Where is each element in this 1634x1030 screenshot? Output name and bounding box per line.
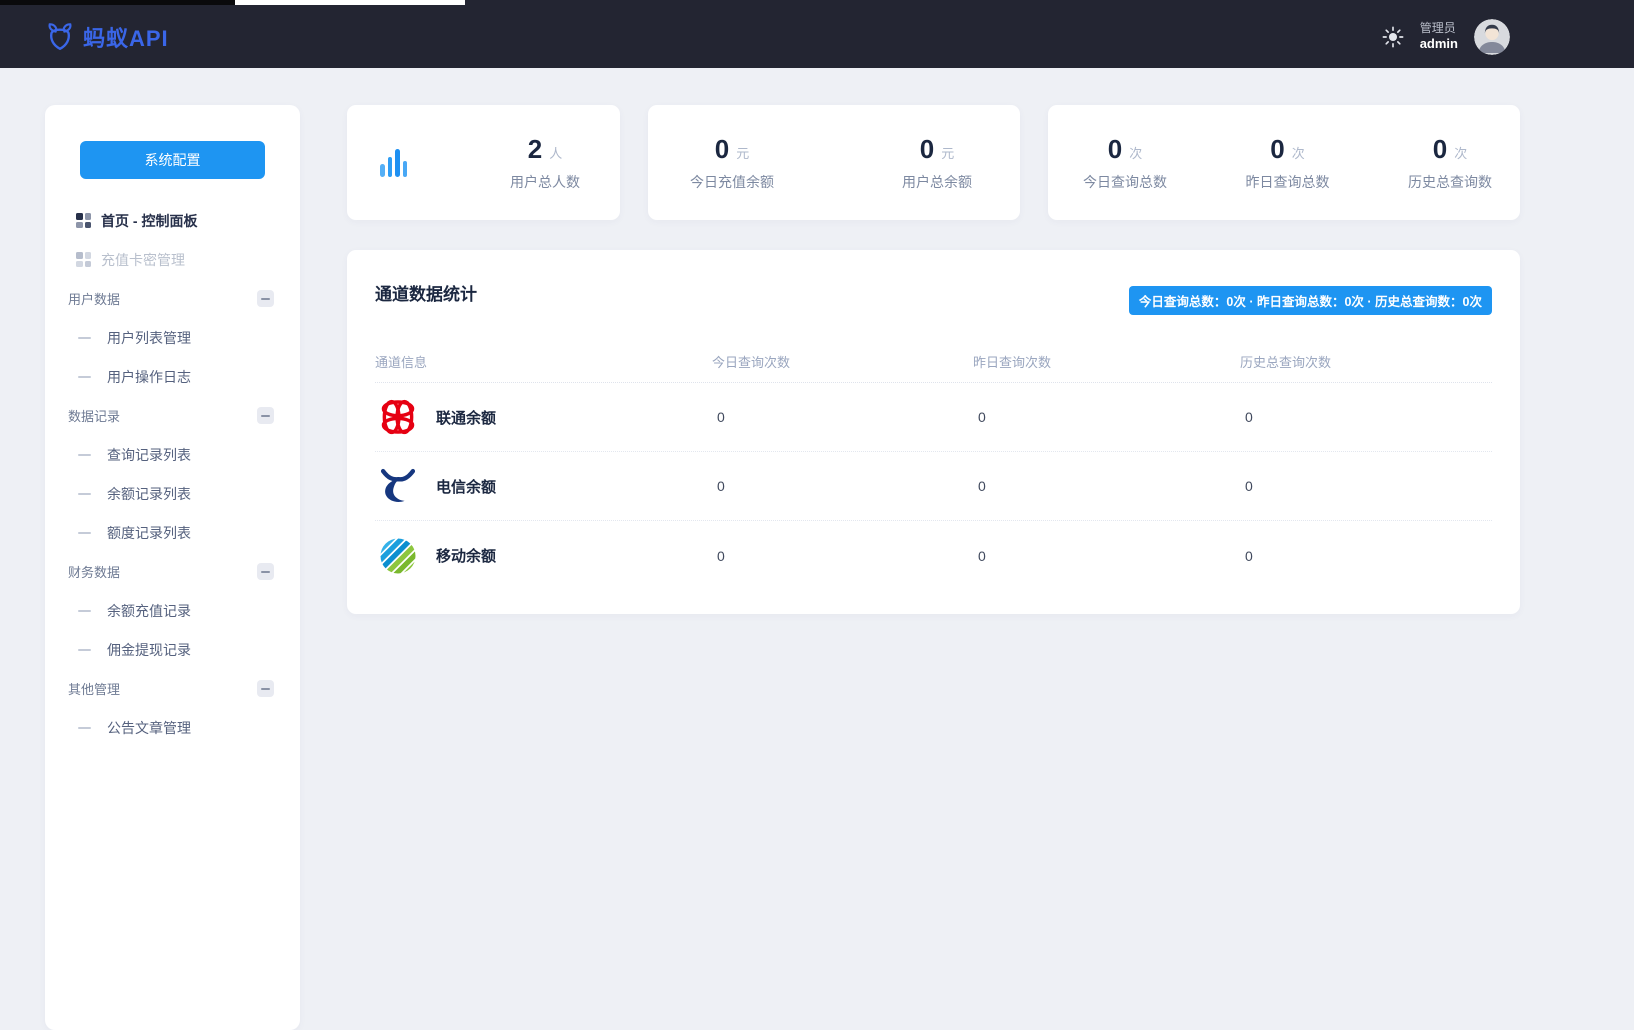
section-title: 其他管理 <box>68 682 121 697</box>
section-title: 财务数据 <box>68 565 121 580</box>
sidebar-item-user-logs[interactable]: 用户操作日志 <box>45 357 300 396</box>
stat-total-balance: 0元 用户总余额 <box>902 133 972 190</box>
system-config-button[interactable]: 系统配置 <box>80 141 265 179</box>
sidebar-item-withdraw-records[interactable]: 佣金提现记录 <box>45 630 300 669</box>
section-title: 数据记录 <box>68 409 121 424</box>
bar-chart-icon <box>380 148 407 177</box>
sidebar-section-finance: 财务数据 <box>45 552 300 591</box>
sidebar-item-balance-records[interactable]: 余额记录列表 <box>45 474 300 513</box>
top-strip-highlight <box>235 0 465 5</box>
top-strip-rest <box>465 0 1634 5</box>
dash-icon <box>78 492 91 495</box>
china-unicom-logo-icon <box>375 396 421 438</box>
sidebar-menu: 首页 - 控制面板 充值卡密管理 用户数据 用户列表管理 用户操作日志 数据记录 <box>45 201 300 747</box>
stat-card-users: 2人 用户总人数 <box>347 105 620 220</box>
app-header: 蚂蚁API 管理员 admin <box>0 5 1634 68</box>
stat-yesterday-queries: 0次 昨日查询总数 <box>1245 133 1330 190</box>
china-telecom-logo-icon <box>375 465 421 507</box>
sidebar-item-label: 首页 - 控制面板 <box>101 212 198 229</box>
collapse-minus-icon[interactable] <box>257 290 274 307</box>
avatar-image <box>1474 18 1510 55</box>
sidebar-section-user-data: 用户数据 <box>45 279 300 318</box>
admin-name: admin <box>1419 35 1458 51</box>
china-mobile-logo-icon <box>375 534 421 577</box>
table-row-telecom: 电信余额 0 0 0 <box>375 452 1492 521</box>
stat-history-queries: 0次 历史总查询数 <box>1408 133 1492 190</box>
channel-stats-panel: 通道数据统计 今日查询总数：0次 · 昨日查询总数：0次 · 历史总查询数：0次… <box>347 250 1520 614</box>
app-logo[interactable]: 蚂蚁API <box>45 21 169 53</box>
page-content: 系统配置 首页 - 控制面板 充值卡密管理 用户数据 用户列表管理 用户操作日志 <box>0 68 1634 1030</box>
sidebar-item-card-management[interactable]: 充值卡密管理 <box>45 240 300 279</box>
section-title: 用户数据 <box>68 292 121 307</box>
admin-info[interactable]: 管理员 admin <box>1420 21 1458 52</box>
table-row-mobile: 移动余额 0 0 0 <box>375 521 1492 590</box>
dashboard-grid-icon <box>76 213 91 228</box>
dash-icon <box>78 336 91 339</box>
stat-today-queries: 0次 今日查询总数 <box>1083 133 1167 190</box>
sidebar-item-announcements[interactable]: 公告文章管理 <box>45 708 300 747</box>
sidebar-section-other: 其他管理 <box>45 669 300 708</box>
dash-icon <box>78 531 91 534</box>
stat-total-users: 2人 用户总人数 <box>510 133 580 190</box>
dash-icon <box>78 375 91 378</box>
stat-today-recharge: 0元 今日充值余额 <box>690 133 774 190</box>
stat-card-balances: 0元 今日充值余额 0元 用户总余额 <box>648 105 1020 220</box>
dash-icon <box>78 726 91 729</box>
avatar[interactable] <box>1474 18 1510 55</box>
collapse-minus-icon[interactable] <box>257 680 274 697</box>
table-row-unicom: 联通余额 0 0 0 <box>375 383 1492 452</box>
channel-table: 通道信息 今日查询次数 昨日查询次数 历史总查询次数 联通余额 0 0 0 电信… <box>375 341 1492 590</box>
collapse-minus-icon[interactable] <box>257 407 274 424</box>
browser-top-strip <box>0 0 1634 5</box>
query-summary-badge: 今日查询总数：0次 · 昨日查询总数：0次 · 历史总查询数：0次 <box>1128 286 1492 315</box>
sidebar-item-quota-records[interactable]: 额度记录列表 <box>45 513 300 552</box>
dash-icon <box>78 648 91 651</box>
dash-icon <box>78 609 91 612</box>
stat-cards-row: 2人 用户总人数 0元 今日充值余额 0元 用户总余额 0 次 今日查询总数 0… <box>347 105 1520 220</box>
sidebar: 系统配置 首页 - 控制面板 充值卡密管理 用户数据 用户列表管理 用户操作日志 <box>45 105 300 1030</box>
admin-role: 管理员 <box>1419 20 1456 35</box>
header-right: 管理员 admin <box>1382 18 1510 55</box>
dash-icon <box>78 453 91 456</box>
card-grid-icon <box>76 252 91 267</box>
stat-card-queries: 0次 今日查询总数 0次 昨日查询总数 0次 历史总查询数 <box>1048 105 1520 220</box>
theme-toggle-sun-icon[interactable] <box>1382 26 1404 48</box>
logo-text: 蚂蚁API <box>83 25 169 51</box>
panel-title: 通道数据统计 <box>375 285 477 304</box>
collapse-minus-icon[interactable] <box>257 563 274 580</box>
sidebar-item-dashboard[interactable]: 首页 - 控制面板 <box>45 201 300 240</box>
sidebar-section-data-records: 数据记录 <box>45 396 300 435</box>
sidebar-item-query-records[interactable]: 查询记录列表 <box>45 435 300 474</box>
sidebar-item-user-list[interactable]: 用户列表管理 <box>45 318 300 357</box>
main-column: 2人 用户总人数 0元 今日充值余额 0元 用户总余额 0 次 今日查询总数 0… <box>347 105 1520 614</box>
table-header-row: 通道信息 今日查询次数 昨日查询次数 历史总查询次数 <box>375 341 1492 383</box>
ant-logo-icon <box>48 22 72 50</box>
sidebar-item-label: 充值卡密管理 <box>101 251 185 268</box>
sidebar-item-recharge-records[interactable]: 余额充值记录 <box>45 591 300 630</box>
